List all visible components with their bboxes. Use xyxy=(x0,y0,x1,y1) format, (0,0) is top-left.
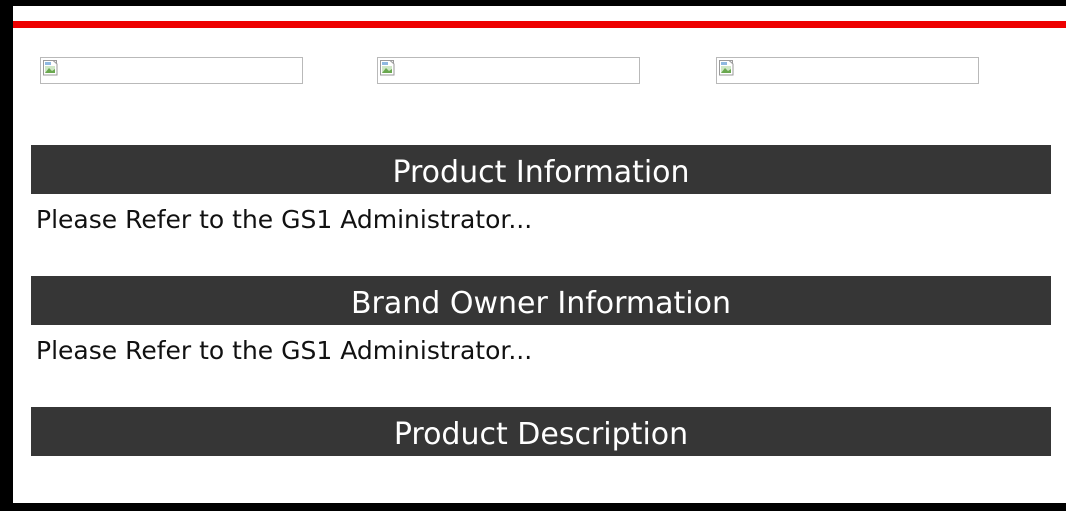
broken-image-icon xyxy=(719,60,734,76)
product-image-2 xyxy=(377,57,640,84)
product-description-header: Product Description xyxy=(31,407,1051,456)
page-frame: Product Information Please Refer to the … xyxy=(0,0,1066,511)
product-image-1 xyxy=(40,57,303,84)
broken-image-icon xyxy=(43,60,58,76)
product-information-header: Product Information xyxy=(31,145,1051,194)
frame-left-border xyxy=(0,0,13,511)
accent-divider xyxy=(13,21,1066,28)
broken-image-icon xyxy=(380,60,395,76)
product-image-3 xyxy=(716,57,979,84)
brand-owner-information-header: Brand Owner Information xyxy=(31,276,1051,325)
frame-bottom-border xyxy=(0,503,1066,511)
brand-owner-information-text: Please Refer to the GS1 Administrator... xyxy=(36,336,533,365)
product-information-text: Please Refer to the GS1 Administrator... xyxy=(36,205,533,234)
frame-top-border xyxy=(0,0,1066,6)
